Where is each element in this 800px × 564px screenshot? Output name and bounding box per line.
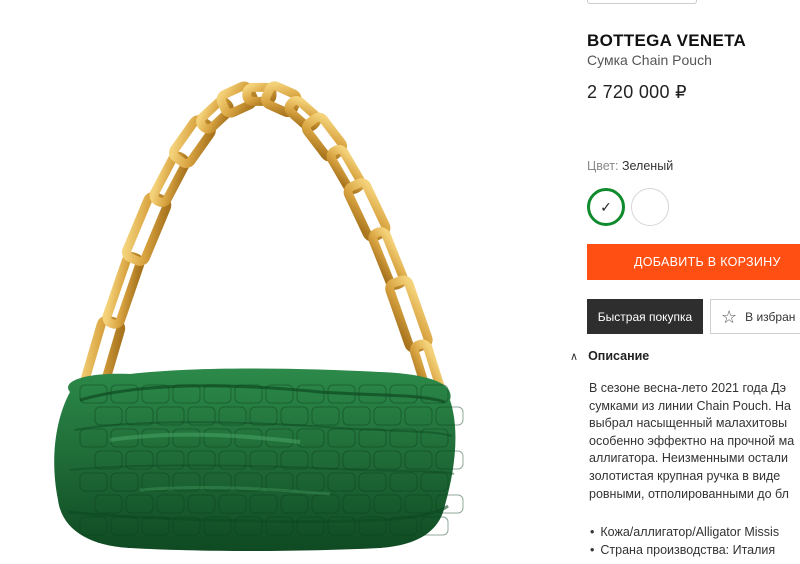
color-swatch-green[interactable]: ✓ xyxy=(587,188,625,226)
description-line: аллигатора. Неизменными остали xyxy=(589,451,788,466)
size-selector-edge[interactable] xyxy=(587,0,697,4)
spec-list: Кожа/аллигатор/Alligator Missis Страна п… xyxy=(590,524,800,559)
spec-item: Кожа/аллигатор/Alligator Missis xyxy=(590,524,800,542)
product-image[interactable] xyxy=(0,0,560,564)
spec-item: Страна производства: Италия xyxy=(590,542,800,560)
favorite-label: В избран xyxy=(745,309,796,324)
color-swatch-white[interactable] xyxy=(631,188,669,226)
product-price: 2 720 000 ₽ xyxy=(587,82,687,102)
check-icon: ✓ xyxy=(600,198,612,215)
color-label: Цвет: xyxy=(587,159,619,173)
product-brand[interactable]: BOTTEGA VENETA xyxy=(587,31,746,51)
description-line: золотистая крупная ручка в виде xyxy=(589,468,781,483)
chevron-up-icon: ∧ xyxy=(570,350,579,363)
chain-link xyxy=(102,252,145,329)
color-info: Цвет: Зеленый xyxy=(587,159,673,173)
gold-chain xyxy=(74,81,450,415)
description-title: Описание xyxy=(588,349,650,363)
description-line: особенно эффектно на прочной ма xyxy=(589,433,795,448)
description-line: сумками из линии Chain Pouch. На xyxy=(589,398,792,413)
star-icon: ☆ xyxy=(721,306,738,327)
color-value: Зеленый xyxy=(621,159,674,173)
description-line: ровными, отполированными до бл xyxy=(589,486,789,501)
quick-buy-button[interactable]: Быстрая покупка xyxy=(587,299,703,334)
description-toggle[interactable]: ∧ Описание xyxy=(570,349,649,363)
favorite-button[interactable]: ☆ В избран xyxy=(710,299,800,334)
bag-illustration xyxy=(54,81,464,551)
product-name: Сумка Chain Pouch xyxy=(587,52,712,68)
description-line: В сезоне весна-лето 2021 года Дэ xyxy=(589,381,786,395)
description-text: В сезоне весна-лето 2021 года Дэ сумками… xyxy=(589,380,800,503)
description-line: выбрал насыщенный малахитовы xyxy=(589,416,788,431)
add-to-cart-button[interactable]: ДОБАВИТЬ В КОРЗИНУ xyxy=(587,244,800,280)
